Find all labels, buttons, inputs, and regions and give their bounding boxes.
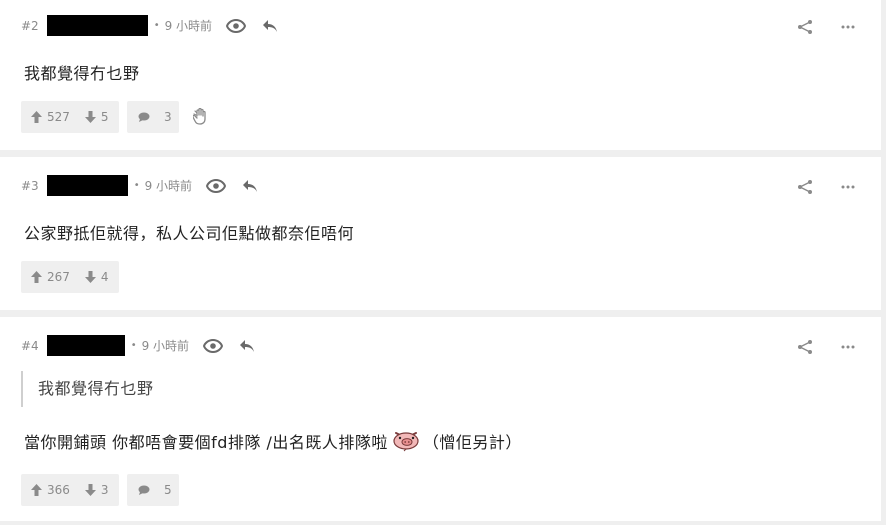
post-meta: #4 • 9 小時前 bbox=[21, 335, 255, 356]
post-content: 我都覺得冇乜野 bbox=[24, 64, 140, 83]
redacted-username bbox=[46, 175, 128, 196]
post-number: #4 bbox=[21, 338, 39, 353]
downvote-count: 5 bbox=[100, 110, 109, 124]
vote-box: 267 4 bbox=[21, 261, 119, 293]
thumb-down-arrow-icon[interactable] bbox=[84, 111, 96, 123]
post-actions-right bbox=[797, 179, 855, 195]
upvote-count: 267 bbox=[47, 270, 70, 284]
thumb-up-arrow-icon[interactable] bbox=[31, 111, 42, 123]
comment-button[interactable]: 3 bbox=[127, 101, 179, 133]
eye-icon[interactable] bbox=[226, 18, 247, 33]
post-card: #4 • 9 小時前 我都覺得冇乜野 當你開鋪頭 你都唔會要個fd排隊 /出名既… bbox=[0, 317, 881, 521]
thumb-down-arrow-icon[interactable] bbox=[84, 484, 96, 496]
post-content: 公家野抵佢就得，私人公司佢點做都奈佢唔何 bbox=[24, 224, 355, 243]
more-dots-icon[interactable] bbox=[841, 185, 855, 189]
separator-dot: • bbox=[130, 340, 137, 351]
comment-count: 3 bbox=[164, 110, 172, 124]
post-meta: #2 • 9 小時前 bbox=[21, 15, 278, 36]
comment-count: 5 bbox=[164, 483, 172, 497]
separator-dot: • bbox=[153, 20, 160, 31]
eye-icon[interactable] bbox=[203, 338, 224, 353]
comment-button[interactable]: 5 bbox=[127, 474, 179, 506]
share-icon[interactable] bbox=[797, 339, 813, 355]
more-dots-icon[interactable] bbox=[841, 345, 855, 349]
post-actions-right bbox=[797, 339, 855, 355]
pig-emoji-icon bbox=[391, 428, 421, 456]
share-icon[interactable] bbox=[797, 19, 813, 35]
comment-bubble-icon bbox=[138, 485, 150, 496]
downvote-count: 4 bbox=[100, 270, 109, 284]
post-time: 9 小時前 bbox=[141, 339, 190, 353]
post-card: #3 • 9 小時前 公家野抵佢就得，私人公司佢點做都奈佢唔何 267 4 bbox=[0, 157, 881, 310]
hand-icon[interactable] bbox=[193, 108, 208, 125]
more-dots-icon[interactable] bbox=[841, 25, 855, 29]
post-actions-right bbox=[797, 19, 855, 35]
comment-bubble-icon bbox=[138, 112, 150, 123]
downvote-count: 3 bbox=[100, 483, 109, 497]
reply-arrow-icon[interactable] bbox=[239, 339, 255, 353]
post-meta: #3 • 9 小時前 bbox=[21, 175, 258, 196]
post-number: #2 bbox=[21, 18, 39, 33]
share-icon[interactable] bbox=[797, 179, 813, 195]
post-content-suffix: （憎佢另計） bbox=[422, 433, 522, 452]
vote-box: 366 3 bbox=[21, 474, 119, 506]
vote-box: 527 5 bbox=[21, 101, 119, 133]
thumb-up-arrow-icon[interactable] bbox=[31, 271, 42, 283]
post-time: 9 小時前 bbox=[164, 19, 213, 33]
eye-icon[interactable] bbox=[206, 178, 227, 193]
thumb-up-arrow-icon[interactable] bbox=[31, 484, 42, 496]
reply-arrow-icon[interactable] bbox=[242, 179, 258, 193]
redacted-username bbox=[46, 15, 148, 36]
post-time: 9 小時前 bbox=[144, 179, 193, 193]
upvote-count: 527 bbox=[47, 110, 70, 124]
post-content-text: 當你開鋪頭 你都唔會要個fd排隊 /出名既人排隊啦 bbox=[24, 433, 388, 452]
reply-arrow-icon[interactable] bbox=[262, 19, 278, 33]
post-content: 當你開鋪頭 你都唔會要個fd排隊 /出名既人排隊啦 （憎佢另計） bbox=[24, 428, 522, 456]
thumb-down-arrow-icon[interactable] bbox=[84, 271, 96, 283]
redacted-username bbox=[46, 335, 125, 356]
separator-dot: • bbox=[133, 180, 140, 191]
upvote-count: 366 bbox=[47, 483, 70, 497]
post-card: #2 • 9 小時前 我都覺得冇乜野 527 5 3 bbox=[0, 0, 881, 150]
quoted-reply: 我都覺得冇乜野 bbox=[21, 371, 154, 407]
post-number: #3 bbox=[21, 178, 39, 193]
